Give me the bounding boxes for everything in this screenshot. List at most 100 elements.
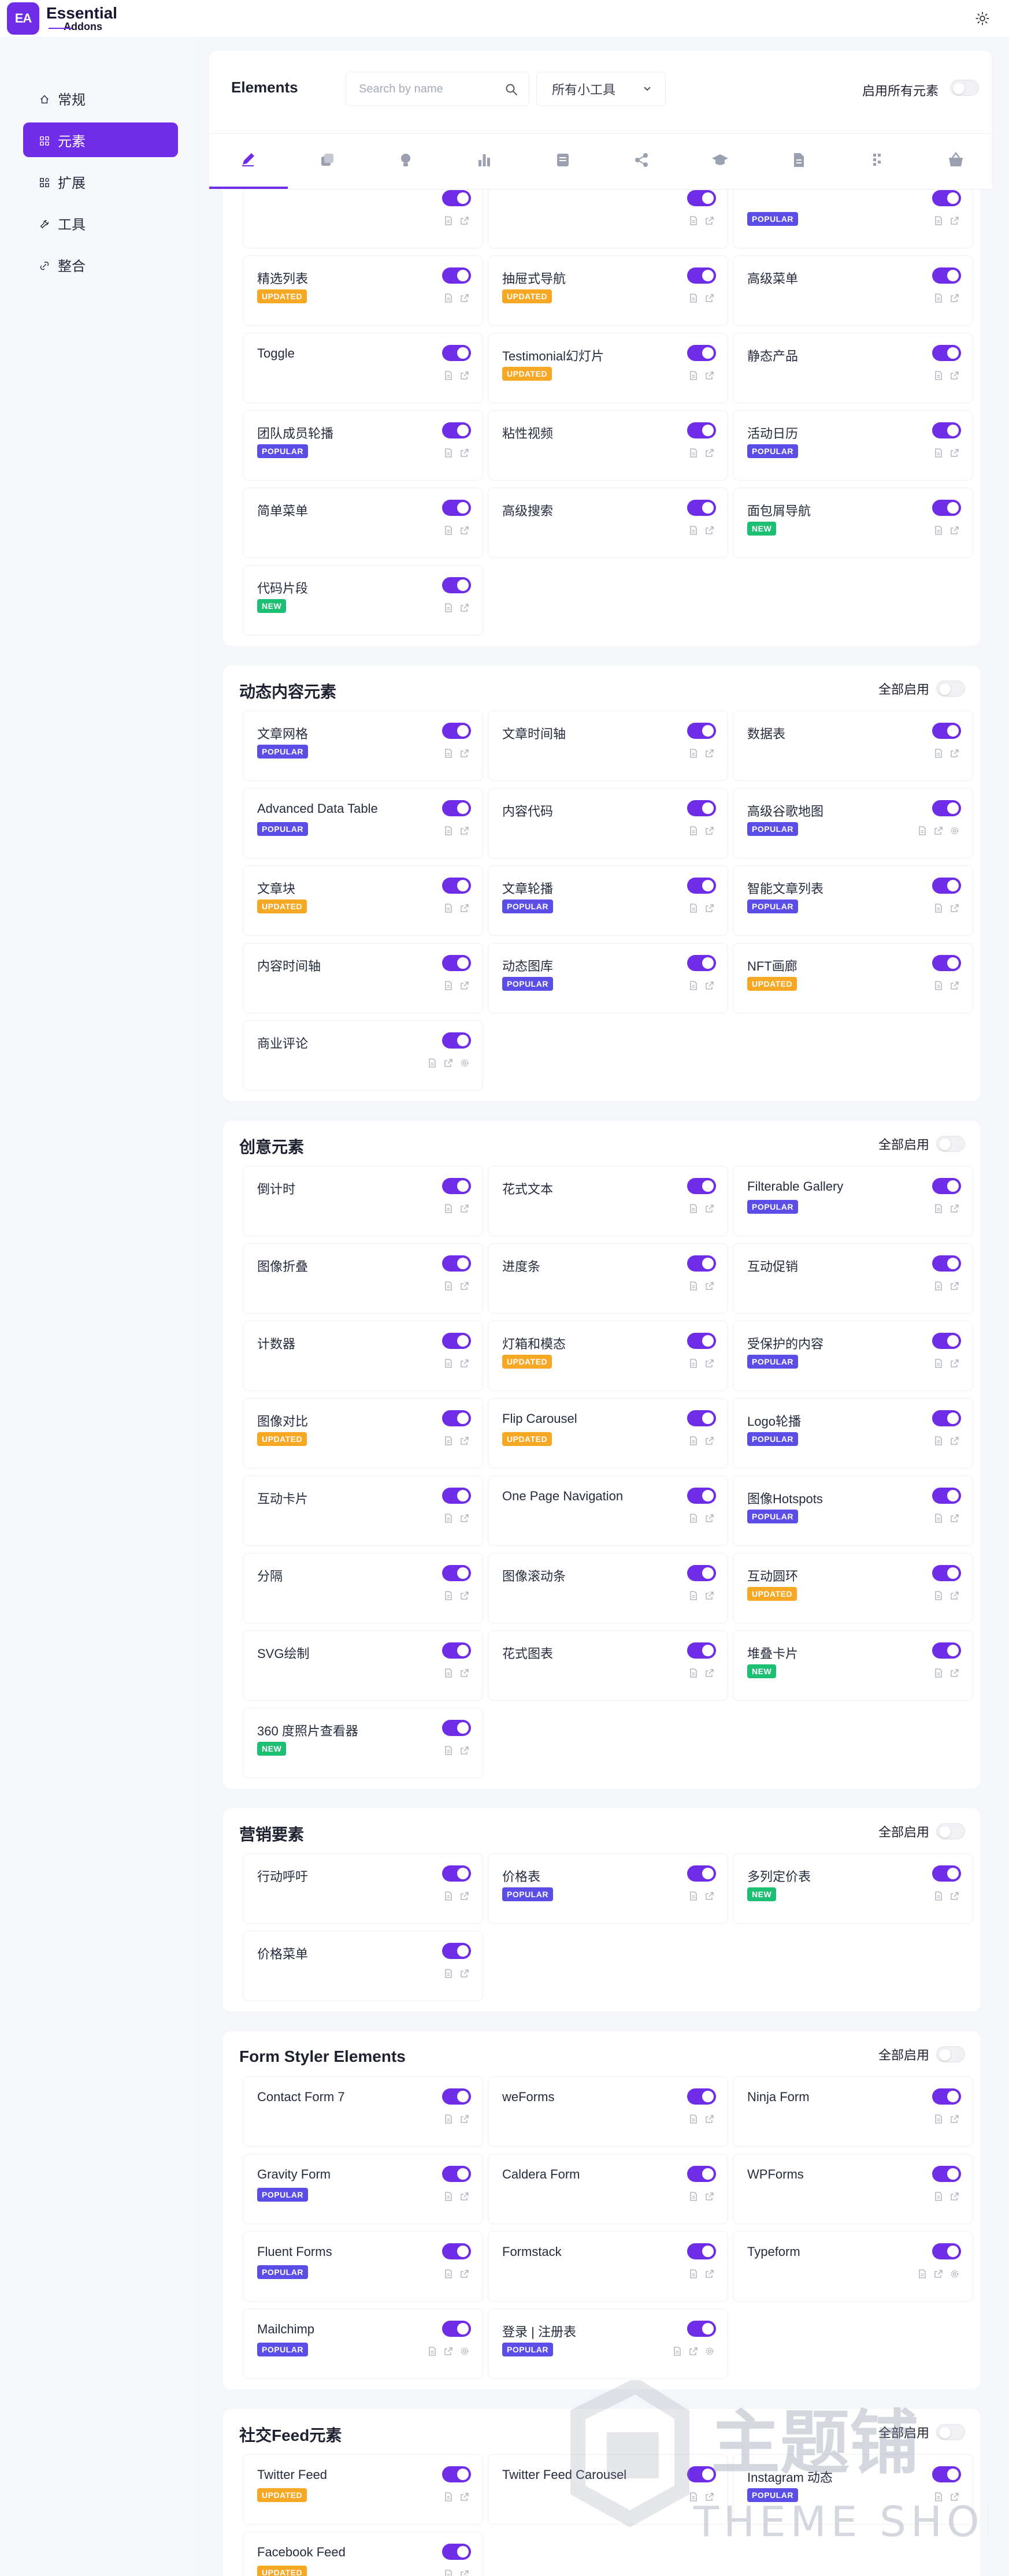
element-toggle[interactable] bbox=[687, 190, 716, 206]
external-link-icon[interactable] bbox=[949, 215, 960, 226]
external-link-icon[interactable] bbox=[459, 2492, 470, 2502]
documentation-icon[interactable] bbox=[933, 2114, 944, 2124]
external-link-icon[interactable] bbox=[459, 903, 470, 913]
sun-icon[interactable] bbox=[975, 12, 989, 25]
documentation-icon[interactable] bbox=[933, 980, 944, 991]
external-link-icon[interactable] bbox=[459, 2269, 470, 2279]
external-link-icon[interactable] bbox=[949, 1281, 960, 1291]
element-toggle[interactable] bbox=[442, 267, 471, 284]
documentation-icon[interactable] bbox=[443, 1358, 454, 1369]
documentation-icon[interactable] bbox=[443, 903, 454, 913]
external-link-icon[interactable] bbox=[704, 1358, 715, 1369]
external-link-icon[interactable] bbox=[459, 1590, 470, 1601]
documentation-icon[interactable] bbox=[427, 2346, 437, 2356]
external-link-icon[interactable] bbox=[459, 2114, 470, 2124]
element-toggle[interactable] bbox=[442, 1178, 471, 1194]
element-toggle[interactable] bbox=[442, 1488, 471, 1504]
documentation-icon[interactable] bbox=[933, 2191, 944, 2202]
element-toggle[interactable] bbox=[442, 955, 471, 971]
external-link-icon[interactable] bbox=[949, 980, 960, 991]
element-toggle[interactable] bbox=[932, 1178, 961, 1194]
element-toggle[interactable] bbox=[932, 1865, 961, 1882]
search-icon[interactable] bbox=[504, 83, 518, 96]
element-toggle[interactable] bbox=[687, 2321, 716, 2337]
external-link-icon[interactable] bbox=[704, 1513, 715, 1523]
documentation-icon[interactable] bbox=[427, 1058, 437, 1068]
documentation-icon[interactable] bbox=[443, 448, 454, 458]
external-link-icon[interactable] bbox=[459, 603, 470, 613]
search-input[interactable] bbox=[359, 72, 498, 106]
documentation-icon[interactable] bbox=[688, 1668, 699, 1678]
element-toggle[interactable] bbox=[442, 1565, 471, 1581]
element-toggle[interactable] bbox=[442, 723, 471, 739]
tab-pattern[interactable] bbox=[838, 133, 917, 189]
tab-layers[interactable] bbox=[288, 133, 366, 189]
documentation-icon[interactable] bbox=[933, 1281, 944, 1291]
element-toggle[interactable] bbox=[932, 2088, 961, 2105]
widget-filter-select[interactable]: 所有小工具 bbox=[536, 72, 666, 106]
documentation-icon[interactable] bbox=[933, 215, 944, 226]
documentation-icon[interactable] bbox=[933, 748, 944, 759]
element-toggle[interactable] bbox=[442, 190, 471, 206]
external-link-icon[interactable] bbox=[459, 1891, 470, 1901]
documentation-icon[interactable] bbox=[933, 293, 944, 303]
external-link-icon[interactable] bbox=[704, 1891, 715, 1901]
documentation-icon[interactable] bbox=[688, 1203, 699, 1214]
element-toggle[interactable] bbox=[687, 1642, 716, 1659]
documentation-icon[interactable] bbox=[917, 826, 928, 836]
section-enable-all-toggle[interactable] bbox=[936, 681, 965, 697]
documentation-icon[interactable] bbox=[443, 2569, 454, 2576]
settings-gear-icon[interactable] bbox=[949, 826, 960, 836]
documentation-icon[interactable] bbox=[443, 2191, 454, 2202]
documentation-icon[interactable] bbox=[443, 2492, 454, 2502]
external-link-icon[interactable] bbox=[704, 293, 715, 303]
documentation-icon[interactable] bbox=[443, 1745, 454, 1756]
documentation-icon[interactable] bbox=[443, 603, 454, 613]
element-toggle[interactable] bbox=[442, 1943, 471, 1959]
section-enable-all-toggle[interactable] bbox=[936, 1823, 965, 1839]
element-toggle[interactable] bbox=[687, 500, 716, 516]
enable-all-toggle[interactable] bbox=[950, 80, 979, 96]
documentation-icon[interactable] bbox=[933, 525, 944, 536]
external-link-icon[interactable] bbox=[949, 2191, 960, 2202]
settings-gear-icon[interactable] bbox=[459, 1058, 470, 1068]
documentation-icon[interactable] bbox=[688, 980, 699, 991]
element-toggle[interactable] bbox=[932, 1410, 961, 1426]
external-link-icon[interactable] bbox=[459, 1358, 470, 1369]
external-link-icon[interactable] bbox=[949, 1590, 960, 1601]
documentation-icon[interactable] bbox=[443, 370, 454, 381]
documentation-icon[interactable] bbox=[688, 448, 699, 458]
element-toggle[interactable] bbox=[442, 2321, 471, 2337]
sidebar-item-0[interactable]: 常规 bbox=[23, 81, 178, 116]
external-link-icon[interactable] bbox=[459, 293, 470, 303]
documentation-icon[interactable] bbox=[443, 1203, 454, 1214]
documentation-icon[interactable] bbox=[443, 748, 454, 759]
external-link-icon[interactable] bbox=[949, 903, 960, 913]
element-toggle[interactable] bbox=[687, 345, 716, 361]
external-link-icon[interactable] bbox=[949, 1891, 960, 1901]
external-link-icon[interactable] bbox=[949, 370, 960, 381]
documentation-icon[interactable] bbox=[933, 1513, 944, 1523]
external-link-icon[interactable] bbox=[704, 525, 715, 536]
element-toggle[interactable] bbox=[932, 723, 961, 739]
documentation-icon[interactable] bbox=[672, 2346, 682, 2356]
documentation-icon[interactable] bbox=[917, 2269, 928, 2279]
external-link-icon[interactable] bbox=[704, 980, 715, 991]
element-toggle[interactable] bbox=[932, 2243, 961, 2259]
element-toggle[interactable] bbox=[687, 800, 716, 816]
element-toggle[interactable] bbox=[442, 1410, 471, 1426]
documentation-icon[interactable] bbox=[688, 293, 699, 303]
documentation-icon[interactable] bbox=[688, 903, 699, 913]
external-link-icon[interactable] bbox=[459, 1203, 470, 1214]
tab-pen[interactable] bbox=[209, 133, 288, 189]
external-link-icon[interactable] bbox=[459, 215, 470, 226]
documentation-icon[interactable] bbox=[688, 215, 699, 226]
element-toggle[interactable] bbox=[932, 878, 961, 894]
element-toggle[interactable] bbox=[687, 1488, 716, 1504]
external-link-icon[interactable] bbox=[949, 1436, 960, 1446]
external-link-icon[interactable] bbox=[949, 448, 960, 458]
tab-lightbulb[interactable] bbox=[366, 133, 445, 189]
element-toggle[interactable] bbox=[442, 345, 471, 361]
element-toggle[interactable] bbox=[687, 878, 716, 894]
external-link-icon[interactable] bbox=[949, 293, 960, 303]
